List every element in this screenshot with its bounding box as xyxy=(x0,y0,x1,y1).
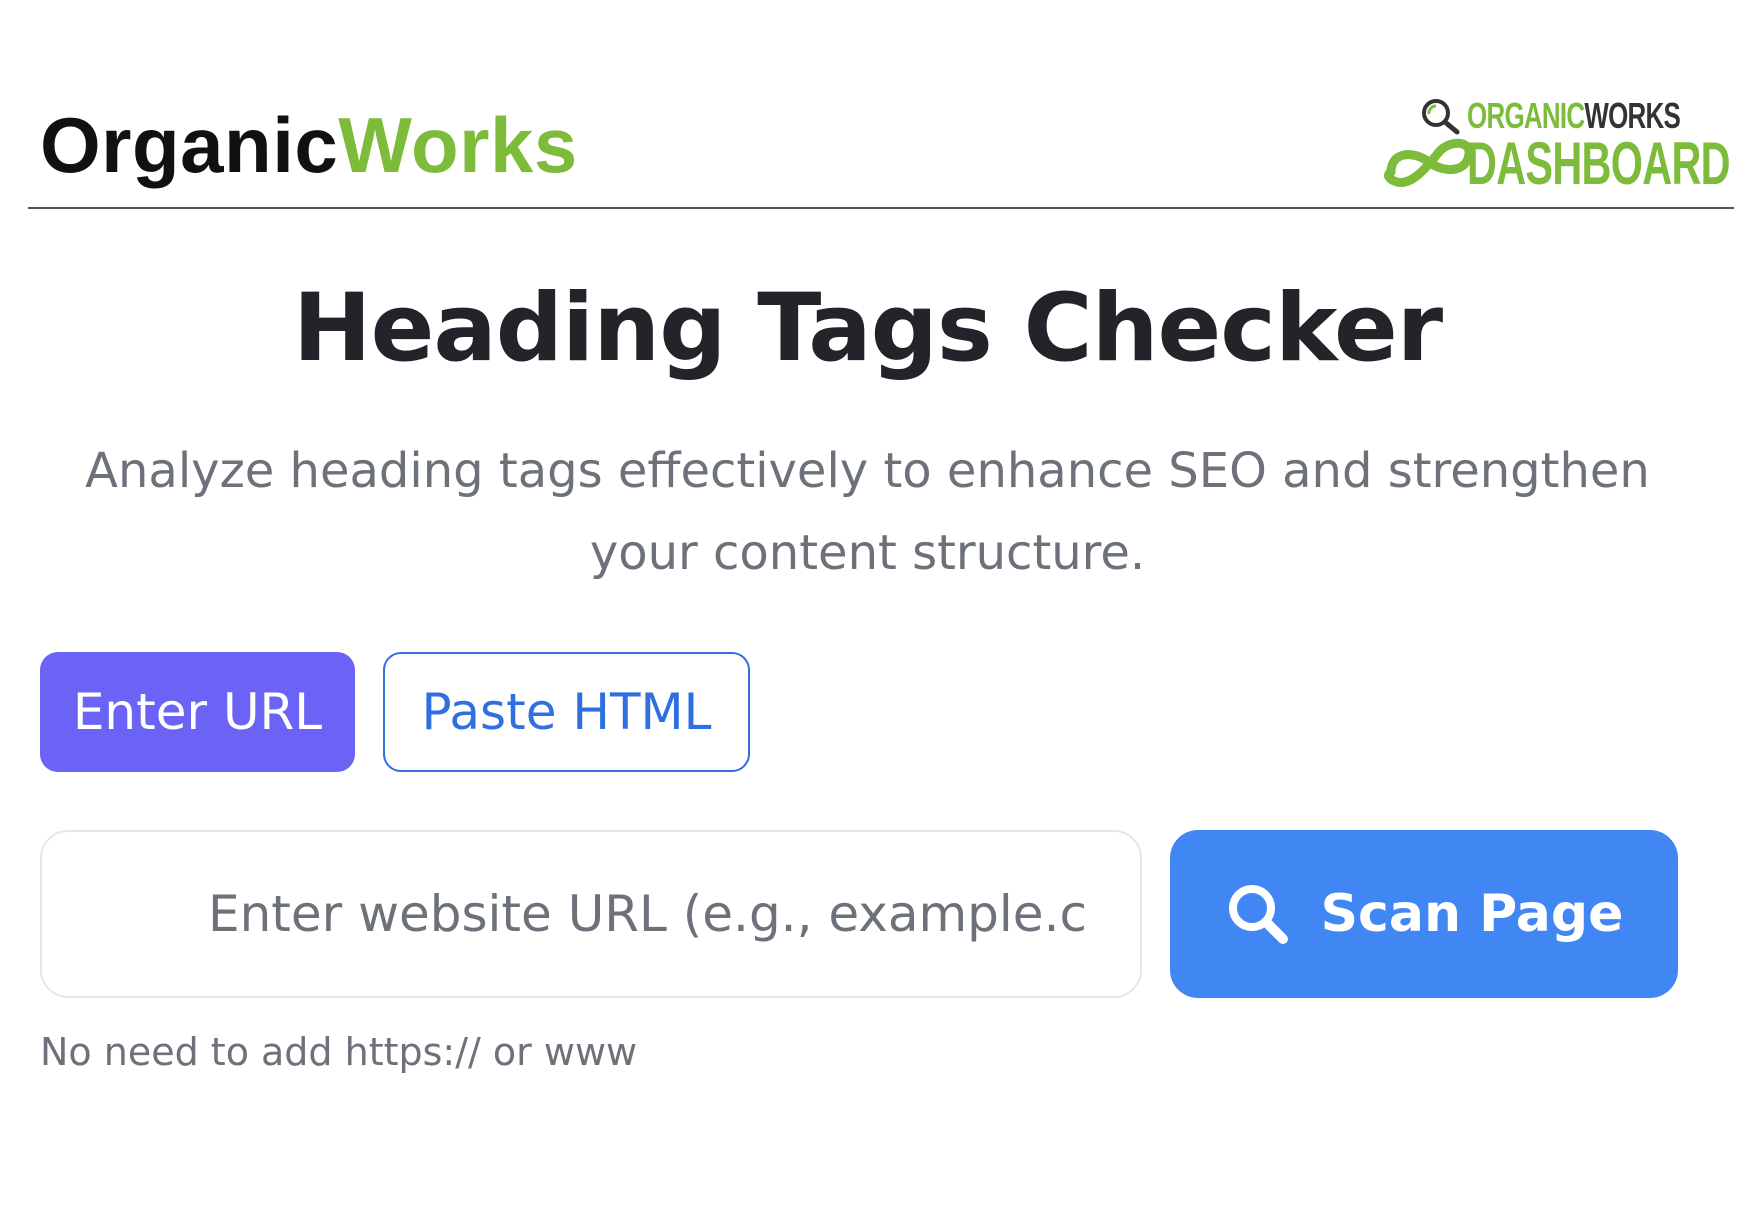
infinity-leaf-icon xyxy=(1384,138,1474,187)
header-divider xyxy=(28,207,1734,209)
scan-page-label: Scan Page xyxy=(1320,884,1624,944)
website-url-input[interactable] xyxy=(40,830,1142,998)
page-subtitle: Analyze heading tags effectively to enha… xyxy=(85,443,1650,581)
page-title: Heading Tags Checker xyxy=(292,274,1443,383)
search-icon xyxy=(1228,885,1288,944)
url-hint-text: No need to add https:// or www xyxy=(40,1030,638,1074)
scan-page-button[interactable]: Scan Page xyxy=(1170,830,1678,998)
tab-enter-url[interactable]: Enter URL xyxy=(40,652,355,772)
brand-name-part2: Works xyxy=(338,101,578,189)
dashboard-logo[interactable]: ORGANICWORKS DASHBOARD xyxy=(1383,96,1731,196)
brand-wordmark[interactable]: OrganicWorks xyxy=(40,106,578,184)
page: OrganicWorks ORGANICWORKS DASHBOARD Head… xyxy=(0,0,1755,1219)
brand-name-part1: Organic xyxy=(40,101,339,189)
tab-paste-html[interactable]: Paste HTML xyxy=(383,652,750,772)
magnifier-icon xyxy=(1422,99,1460,135)
logo-line-organicworks: ORGANICWORKS xyxy=(1467,98,1681,134)
logo-text-dashboard: DASHBOARD xyxy=(1467,130,1731,197)
